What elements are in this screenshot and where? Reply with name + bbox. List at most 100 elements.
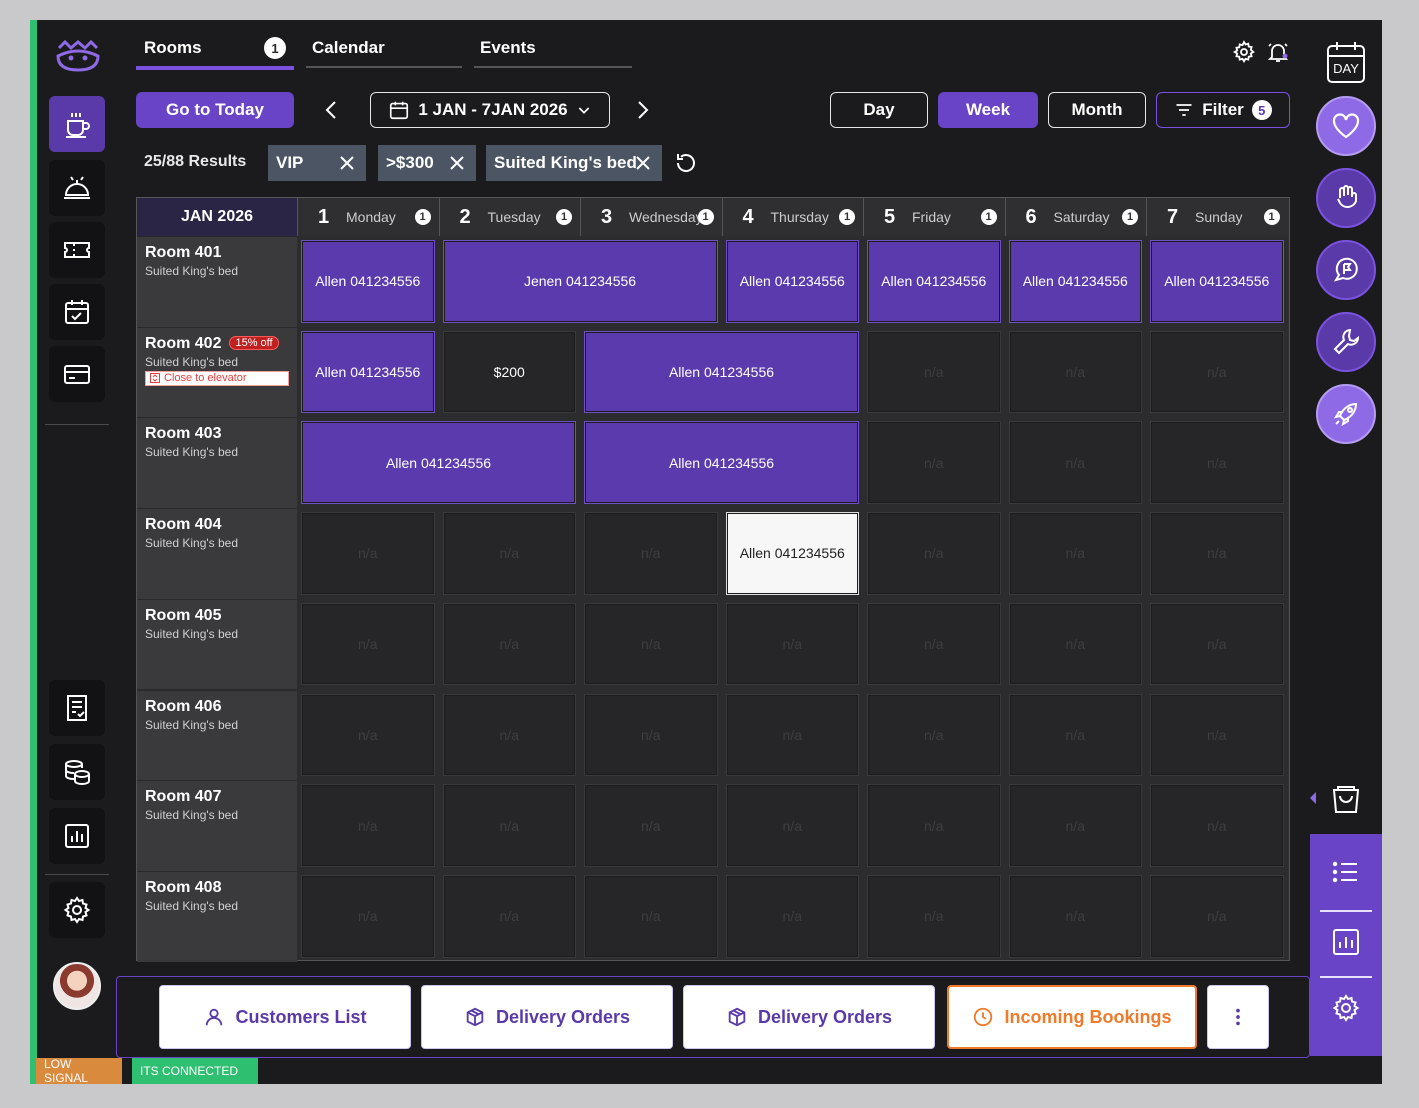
empty-cell[interactable]: n/a xyxy=(301,874,435,958)
avatar[interactable] xyxy=(53,962,101,1010)
empty-cell[interactable]: n/a xyxy=(867,602,1001,686)
delivery-orders-button[interactable]: Delivery Orders xyxy=(421,985,673,1049)
booking-cell[interactable]: Allen 041234556 xyxy=(301,240,435,323)
empty-cell[interactable]: n/a xyxy=(442,512,576,595)
nav-payments[interactable] xyxy=(49,346,105,402)
empty-cell[interactable]: n/a xyxy=(1008,602,1142,686)
day-header[interactable]: 1 Monday 1 xyxy=(297,198,439,236)
empty-cell[interactable]: n/a xyxy=(1008,784,1142,867)
room-row-header[interactable]: Room 402 15% off Suited King's bed Close to… xyxy=(137,326,297,418)
empty-cell[interactable]: n/a xyxy=(301,512,435,595)
day-calendar-icon[interactable]: DAY xyxy=(1326,40,1366,84)
day-header[interactable]: 6 Saturday 1 xyxy=(1004,198,1146,236)
list-icon[interactable] xyxy=(1330,856,1362,888)
bell-icon[interactable] xyxy=(1266,40,1290,64)
service-button[interactable] xyxy=(1316,168,1376,228)
favorites-button[interactable] xyxy=(1316,96,1376,156)
customers-list-button[interactable]: Customers List xyxy=(159,985,411,1049)
info-icon[interactable]: 1 xyxy=(839,209,855,225)
go-to-today-button[interactable]: Go to Today xyxy=(136,92,294,128)
empty-cell[interactable]: n/a xyxy=(442,602,576,686)
room-row-header[interactable]: Room 403 Suited King's bed xyxy=(137,417,297,509)
empty-cell[interactable]: n/a xyxy=(1150,602,1284,686)
room-row-header[interactable]: Room 408 Suited King's bed xyxy=(137,870,297,962)
bar-chart-icon[interactable] xyxy=(1330,926,1362,958)
empty-cell[interactable]: n/a xyxy=(1150,330,1284,414)
empty-cell[interactable]: n/a xyxy=(1150,421,1284,505)
empty-cell[interactable]: n/a xyxy=(867,874,1001,958)
nav-tickets[interactable] xyxy=(49,222,105,278)
empty-cell[interactable]: n/a xyxy=(584,874,718,958)
day-header[interactable]: 3 Wednesday 1 xyxy=(580,198,722,236)
booking-cell[interactable]: Allen 041234556 xyxy=(584,330,859,414)
filter-button[interactable]: Filter 5 xyxy=(1156,92,1290,128)
booking-cell[interactable]: Allen 041234556 xyxy=(301,330,435,414)
room-row-header[interactable]: Room 407 Suited King's bed xyxy=(137,780,297,871)
booking-cell[interactable]: Allen 041234556 xyxy=(725,240,859,323)
nav-settings[interactable] xyxy=(49,882,105,938)
empty-cell[interactable]: n/a xyxy=(301,784,435,867)
empty-cell[interactable]: n/a xyxy=(442,784,576,867)
empty-cell[interactable]: n/a xyxy=(867,512,1001,595)
booking-cell[interactable]: Allen 041234556 xyxy=(867,240,1001,323)
empty-cell[interactable]: n/a xyxy=(1008,874,1142,958)
chevron-right-icon[interactable] xyxy=(630,98,654,122)
day-header[interactable]: 7 Sunday 1 xyxy=(1146,198,1288,236)
view-week-button[interactable]: Week xyxy=(938,92,1038,128)
empty-cell[interactable]: n/a xyxy=(584,512,718,595)
empty-cell[interactable]: n/a xyxy=(1008,512,1142,595)
gear-icon[interactable] xyxy=(1232,40,1256,64)
empty-cell[interactable]: n/a xyxy=(442,693,576,777)
empty-cell[interactable]: n/a xyxy=(725,784,859,867)
empty-cell[interactable]: n/a xyxy=(725,602,859,686)
info-icon[interactable]: 1 xyxy=(697,209,714,225)
nav-analytics[interactable] xyxy=(49,808,105,864)
nav-finance[interactable] xyxy=(49,744,105,800)
empty-cell[interactable]: n/a xyxy=(1150,874,1284,958)
booking-cell[interactable]: Allen 041234556 xyxy=(584,421,859,505)
empty-cell[interactable]: n/a xyxy=(301,602,435,686)
empty-cell[interactable]: n/a xyxy=(584,784,718,867)
delivery-orders-button-2[interactable]: Delivery Orders xyxy=(683,985,935,1049)
price-cell[interactable]: $200 xyxy=(442,330,576,414)
booking-cell[interactable]: Allen 041234556 xyxy=(301,421,576,505)
info-icon[interactable]: 1 xyxy=(1263,209,1280,225)
nav-coffee[interactable] xyxy=(49,96,105,152)
incoming-bookings-button[interactable]: Incoming Bookings xyxy=(947,985,1197,1049)
close-icon[interactable] xyxy=(634,154,652,172)
cart-button[interactable] xyxy=(1310,762,1382,834)
empty-cell[interactable]: n/a xyxy=(867,421,1001,505)
close-icon[interactable] xyxy=(448,154,466,172)
booking-cell[interactable]: Allen 041234556 xyxy=(1008,240,1142,323)
empty-cell[interactable]: n/a xyxy=(1150,784,1284,867)
empty-cell[interactable]: n/a xyxy=(1008,421,1142,505)
empty-cell[interactable]: n/a xyxy=(1008,693,1142,777)
empty-cell[interactable]: n/a xyxy=(1150,693,1284,777)
room-row-header[interactable]: Room 401 Suited King's bed xyxy=(137,236,297,327)
tools-button[interactable] xyxy=(1316,312,1376,372)
nav-room-service[interactable] xyxy=(49,160,105,216)
empty-cell[interactable]: n/a xyxy=(725,874,859,958)
nav-calendar[interactable] xyxy=(49,284,105,340)
info-icon[interactable]: 1 xyxy=(980,209,997,225)
booking-cell[interactable]: Allen 041234556 xyxy=(1150,240,1284,323)
nav-reports[interactable] xyxy=(49,680,105,736)
empty-cell[interactable]: n/a xyxy=(301,693,435,777)
empty-cell[interactable]: n/a xyxy=(442,874,576,958)
info-icon[interactable]: 1 xyxy=(414,209,431,225)
empty-cell[interactable]: n/a xyxy=(1150,512,1284,595)
info-icon[interactable]: 1 xyxy=(1122,209,1138,225)
empty-cell[interactable]: n/a xyxy=(1008,330,1142,414)
day-header[interactable]: 2 Tuesday 1 xyxy=(438,198,580,236)
empty-cell[interactable]: n/a xyxy=(867,784,1001,867)
date-range-picker[interactable]: 1 JAN - 7JAN 2026 xyxy=(370,92,610,128)
room-row-header[interactable]: Room 405 Suited King's bed xyxy=(137,598,297,690)
more-options-button[interactable] xyxy=(1207,985,1269,1049)
empty-cell[interactable]: n/a xyxy=(867,693,1001,777)
empty-cell[interactable]: n/a xyxy=(867,330,1001,414)
info-icon[interactable]: 1 xyxy=(556,209,572,225)
room-row-header[interactable]: Room 406 Suited King's bed xyxy=(137,689,297,781)
gear-icon[interactable] xyxy=(1330,992,1362,1024)
close-icon[interactable] xyxy=(338,154,356,172)
launch-button[interactable] xyxy=(1316,384,1376,444)
